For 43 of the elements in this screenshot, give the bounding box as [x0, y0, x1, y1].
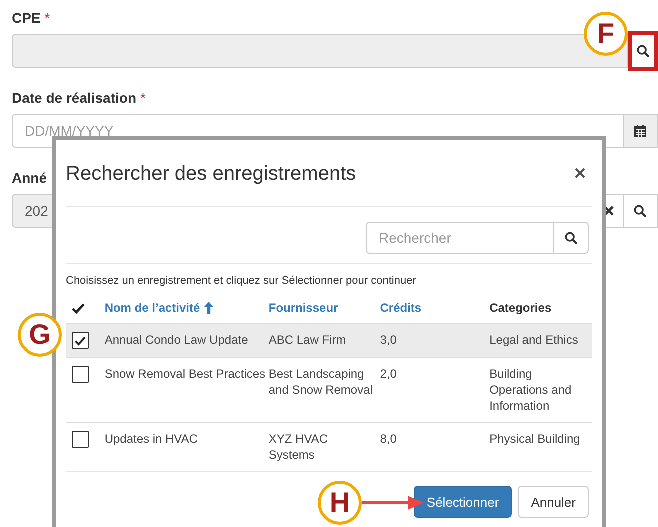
table-row[interactable]: Updates in HVAC XYZ HVAC Systems 8,0 Physical Building	[66, 422, 592, 471]
calendar-button[interactable]	[624, 114, 658, 148]
search-field[interactable]: Rechercher	[366, 222, 554, 254]
table-cell: 3,0	[380, 332, 397, 348]
table-cell-text: Building Operations and Information	[490, 366, 573, 414]
table-cell: ABC Law Firm	[268, 332, 346, 348]
search-icon	[634, 204, 647, 218]
field-label: Anné	[12, 170, 47, 186]
table-cell-text: Best Landscaping and Snow Removal	[268, 366, 374, 398]
row-checkbox[interactable]	[72, 431, 89, 448]
annotation-marker: G	[18, 313, 62, 357]
search-icon	[564, 232, 578, 244]
column-sort-link[interactable]: Fournisseur	[268, 301, 338, 315]
table-cell: Updates in HVAC	[104, 431, 198, 447]
table-cell-text: XYZ HVAC Systems	[268, 431, 329, 463]
table-cell: Snow Removal Best Practices	[104, 366, 266, 382]
required-asterisk: *	[140, 90, 146, 106]
column-sort-link[interactable]: Crédits	[380, 301, 422, 315]
table-cell: 8,0	[380, 431, 397, 447]
column-sort-link[interactable]: Nom de l’activité	[104, 301, 200, 315]
field-label: Date de réalisation	[12, 90, 136, 106]
table-row[interactable]: Annual Condo Law Update ABC Law Firm 3,0 Legal and Ethics	[66, 323, 592, 357]
instructions-text: Choisissez un enregistrement et cliquez sur Sélectionner pour continuer	[66, 263, 592, 287]
close-button[interactable]: ×	[568, 164, 592, 184]
select-button[interactable]: Sélectionner	[414, 486, 512, 518]
table-row[interactable]: Snow Removal Best Practices Best Landscaping and Snow Removal 2,0 Building Operations and Information	[66, 357, 592, 422]
annotation-marker: F	[584, 12, 628, 56]
dialog-title: Rechercher des enregistrements	[66, 162, 356, 186]
row-checkbox[interactable]	[72, 366, 89, 383]
required-asterisk: *	[44, 10, 50, 26]
table-cell: Annual Condo Law Update	[104, 332, 248, 348]
column-header: Categories	[490, 301, 552, 315]
checkmark-icon	[75, 336, 86, 346]
close-icon	[604, 206, 614, 216]
row-checkbox[interactable]	[72, 332, 89, 349]
calendar-icon	[634, 124, 647, 138]
table-cell: 2,0	[380, 366, 397, 382]
checkmark-icon	[72, 302, 85, 314]
field-label: CPE	[12, 10, 41, 26]
cancel-button[interactable]: Annuler	[518, 486, 589, 518]
search-icon	[636, 44, 650, 58]
table-cell: Physical Building	[490, 431, 580, 447]
table-cell: Legal and Ethics	[490, 332, 578, 348]
